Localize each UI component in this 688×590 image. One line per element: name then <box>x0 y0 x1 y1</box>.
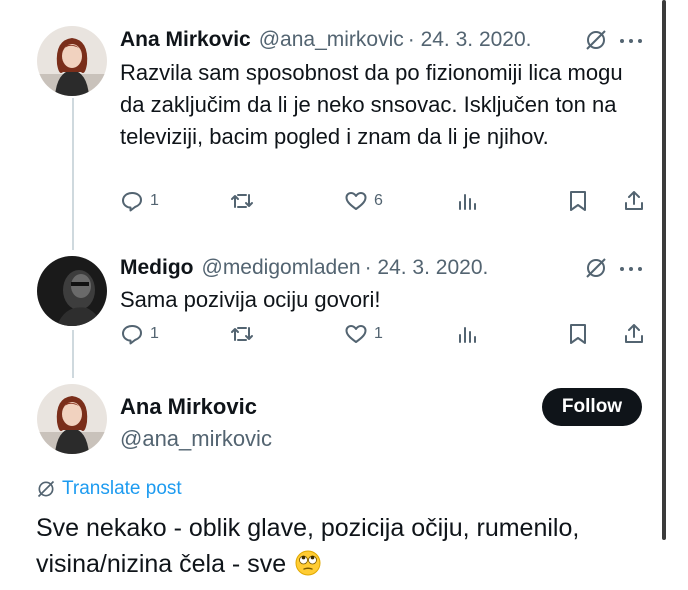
scrollbar[interactable] <box>662 0 666 540</box>
translate-post-link[interactable]: Translate post <box>36 478 182 500</box>
post-date[interactable]: · 24. 3. 2020. <box>365 256 489 280</box>
views-button[interactable] <box>456 189 480 213</box>
share-button[interactable] <box>622 189 646 213</box>
author-handle[interactable]: @medigomladen <box>202 256 361 280</box>
tweet-actions: 1 6 <box>120 189 650 215</box>
reply-button[interactable]: 1 <box>120 322 159 346</box>
author-name[interactable]: Ana Mirkovic <box>120 28 251 52</box>
face-with-rolling-eyes-emoji <box>295 550 321 576</box>
repost-icon <box>231 194 253 208</box>
like-count: 6 <box>374 192 383 209</box>
author-name[interactable]: Ana Mirkovic <box>120 394 257 420</box>
reply-icon <box>122 192 142 212</box>
like-button[interactable]: 1 <box>344 322 383 346</box>
translate-label: Translate post <box>62 478 182 499</box>
grok-icon <box>37 480 55 498</box>
like-count: 1 <box>374 325 383 342</box>
views-button[interactable] <box>456 322 480 346</box>
avatar-medigo[interactable] <box>37 256 107 326</box>
grok-icon[interactable] <box>584 28 608 52</box>
bookmark-icon <box>570 191 586 211</box>
repost-icon <box>231 327 253 341</box>
bookmark-button[interactable] <box>566 322 590 346</box>
heart-icon <box>345 325 367 343</box>
author-handle[interactable]: @ana_mirkovic <box>259 28 404 52</box>
tweet-text: Sama pozivija ociju govori! <box>120 287 381 312</box>
share-icon <box>625 191 643 210</box>
reply-button[interactable]: 1 <box>120 189 159 213</box>
reply-count: 1 <box>150 192 159 209</box>
author-handle[interactable]: @ana_mirkovic <box>120 426 272 452</box>
bookmark-button[interactable] <box>566 189 590 213</box>
thread-line <box>72 98 74 250</box>
heart-icon <box>345 192 367 210</box>
share-icon <box>625 324 643 343</box>
views-icon <box>459 194 476 210</box>
more-icon[interactable] <box>620 264 646 274</box>
avatar-image <box>37 384 107 454</box>
reply-count: 1 <box>150 325 159 342</box>
like-button[interactable]: 6 <box>344 189 383 213</box>
avatar-image <box>37 26 107 96</box>
avatar-image <box>37 256 107 326</box>
avatar-ana-mirkovic[interactable] <box>37 384 107 454</box>
thread-line <box>72 330 74 378</box>
bookmark-icon <box>570 324 586 344</box>
avatar-ana-mirkovic[interactable] <box>37 26 107 96</box>
repost-button[interactable] <box>230 189 254 213</box>
share-button[interactable] <box>622 322 646 346</box>
views-icon <box>459 327 476 343</box>
post-text: Sve nekako - oblik glave, pozicija očiju… <box>36 510 676 582</box>
repost-button[interactable] <box>230 322 254 346</box>
follow-button[interactable]: Follow <box>542 388 642 426</box>
grok-icon[interactable] <box>584 256 608 280</box>
author-name[interactable]: Medigo <box>120 256 194 280</box>
more-icon[interactable] <box>620 36 646 46</box>
tweet-actions: 1 1 <box>120 322 650 348</box>
reply-icon <box>122 325 142 345</box>
post-date[interactable]: · 24. 3. 2020. <box>408 28 532 52</box>
tweet-text: Razvila sam sposobnost da po fizionomiji… <box>120 60 623 149</box>
